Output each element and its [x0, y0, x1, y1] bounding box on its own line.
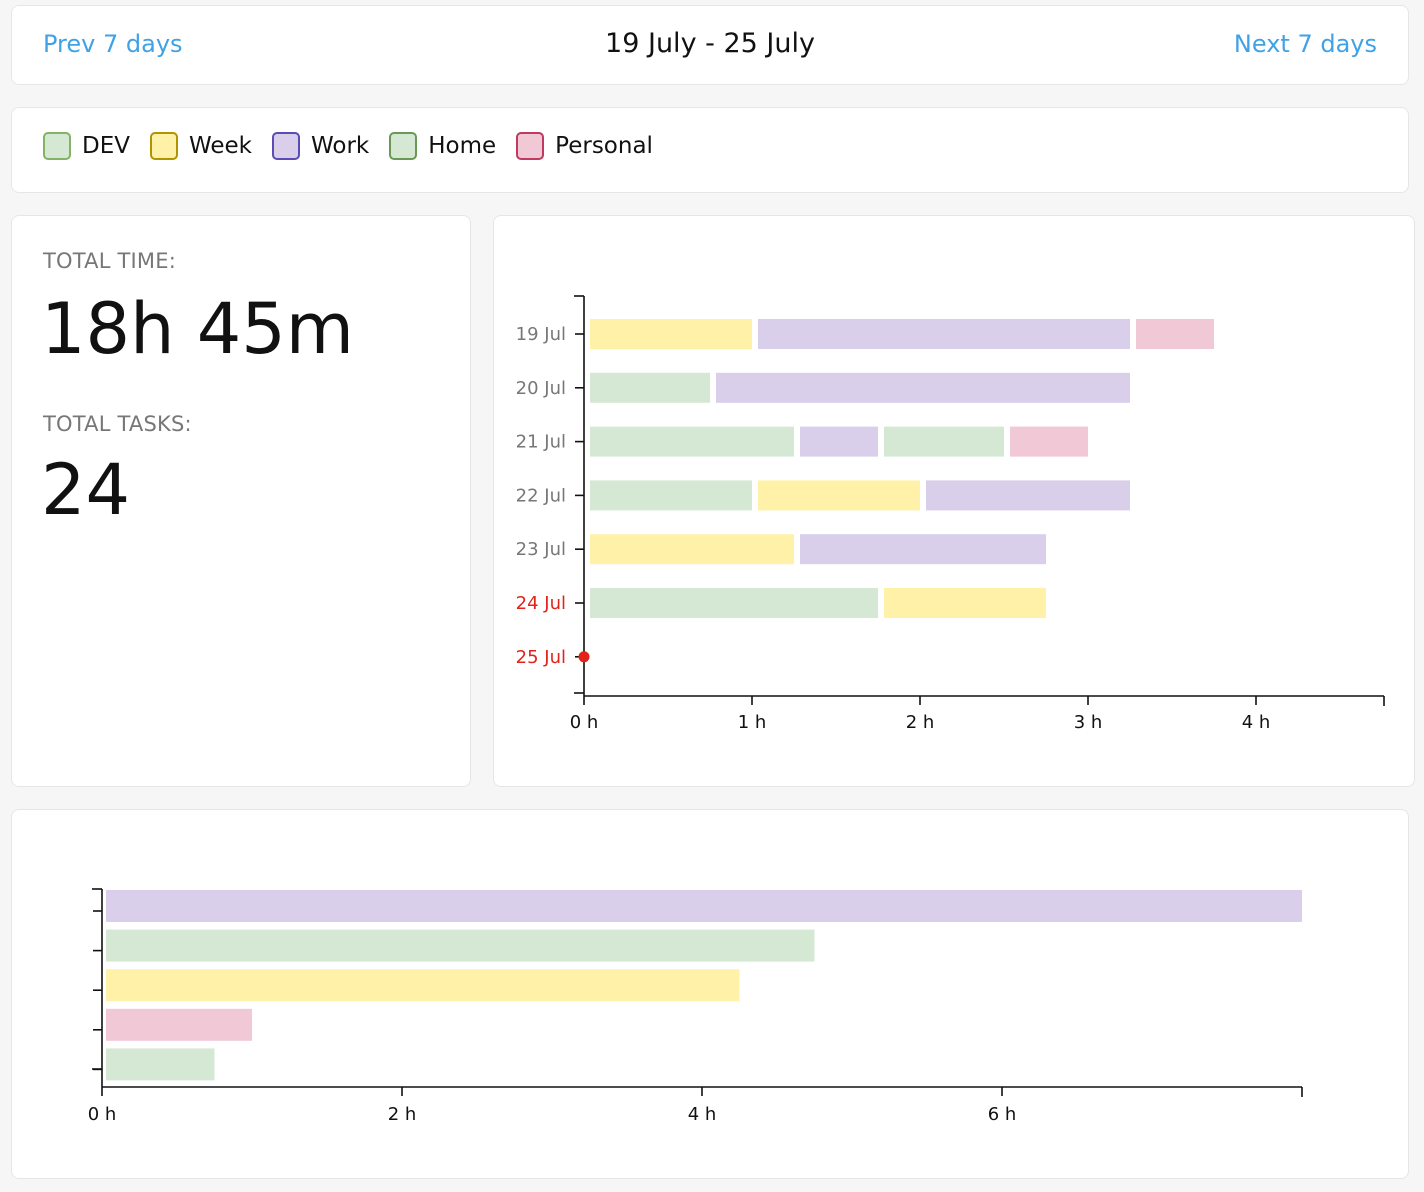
today-marker	[578, 651, 590, 663]
y-tick-label: 23 Jul	[516, 539, 566, 560]
legend-items: DEV Week Work Home Personal	[43, 132, 673, 160]
legend-label: Personal	[555, 133, 653, 159]
x-tick-label: 1 h	[738, 712, 767, 733]
total-time-label: TOTAL TIME:	[43, 249, 176, 273]
bar-segment-work	[800, 426, 878, 457]
total-time-value: 18h 45m	[41, 288, 354, 370]
x-tick-label: 0 h	[570, 712, 599, 733]
legend-item-work[interactable]: Work	[272, 132, 369, 160]
legend-item-home[interactable]: Home	[389, 132, 496, 160]
next-7-days-link[interactable]: Next 7 days	[1234, 30, 1377, 58]
bar-segment-personal	[1010, 426, 1088, 457]
bar-segment-home	[590, 480, 752, 511]
summary-panel: TOTAL TIME: 18h 45m TOTAL TASKS: 24	[11, 215, 471, 787]
bar-segment-home	[590, 426, 794, 457]
bar-segment-home	[884, 426, 1004, 457]
legend-item-dev[interactable]: DEV	[43, 132, 130, 160]
category-totals-chart: 0 h 2 h 4 h 6 h	[88, 888, 1303, 1125]
bar-segment-work	[926, 480, 1130, 511]
total-bar-week	[106, 969, 740, 1002]
daily-time-chart-card: 0 h 1 h 2 h 3 h 4 h 19 Jul 20 Jul 21 Jul 22 Jul 2…	[493, 215, 1415, 787]
bar-segment-home	[590, 372, 710, 403]
legend-label: Work	[311, 133, 370, 159]
category-totals-chart-card: 0 h 2 h 4 h 6 h	[11, 809, 1409, 1179]
x-tick-label: 3 h	[1074, 712, 1103, 733]
x-tick-label: 2 h	[388, 1104, 417, 1125]
y-tick-label: 20 Jul	[516, 378, 566, 399]
x-tick-label: 2 h	[906, 712, 935, 733]
y-tick-label: 21 Jul	[516, 432, 566, 453]
legend-swatch	[149, 132, 178, 160]
y-tick-label: 24 Jul	[516, 593, 566, 614]
bar-segment-home	[590, 588, 878, 618]
y-tick-label: 25 Jul	[516, 647, 566, 668]
legend-label: Home	[428, 133, 497, 159]
y-tick-label: 22 Jul	[516, 485, 566, 506]
legend-swatch	[516, 132, 545, 160]
legend-label: Week	[188, 133, 252, 159]
bar-segment-work	[716, 372, 1130, 403]
total-tasks-value: 24	[41, 449, 131, 531]
total-bar-dev	[106, 1048, 215, 1081]
total-tasks-label: TOTAL TASKS:	[43, 412, 192, 436]
bar-segment-work	[758, 319, 1130, 349]
legend-label: DEV	[82, 133, 130, 159]
x-tick-label: 4 h	[1242, 712, 1271, 733]
legend-item-week[interactable]: Week	[149, 132, 252, 160]
bar-segment-week	[590, 534, 794, 565]
week-navigation: Prev 7 days 19 July - 25 July Next 7 day…	[11, 5, 1409, 85]
date-range-title: 19 July - 25 July	[605, 28, 815, 59]
legend-swatch	[272, 132, 300, 160]
bar-segment-week	[884, 588, 1046, 618]
legend-item-personal[interactable]: Personal	[516, 132, 653, 160]
y-tick-label: 19 Jul	[516, 324, 566, 345]
total-bar-personal	[106, 1008, 252, 1041]
x-tick-label: 6 h	[988, 1104, 1017, 1125]
bar-segment-work	[800, 534, 1046, 565]
legend-swatch	[43, 132, 71, 160]
bar-segment-week	[758, 480, 920, 511]
x-tick-label: 4 h	[688, 1104, 717, 1125]
daily-time-chart: 0 h 1 h 2 h 3 h 4 h 19 Jul 20 Jul 21 Jul 22 Jul 2…	[516, 295, 1385, 733]
bar-segment-personal	[1136, 319, 1214, 349]
bar-segment-week	[590, 319, 752, 349]
total-bar-home	[106, 929, 815, 962]
legend-swatch	[389, 132, 418, 160]
category-legend: DEV Week Work Home Personal	[11, 107, 1409, 193]
x-tick-label: 0 h	[88, 1104, 117, 1125]
total-bar-work	[106, 890, 1302, 922]
